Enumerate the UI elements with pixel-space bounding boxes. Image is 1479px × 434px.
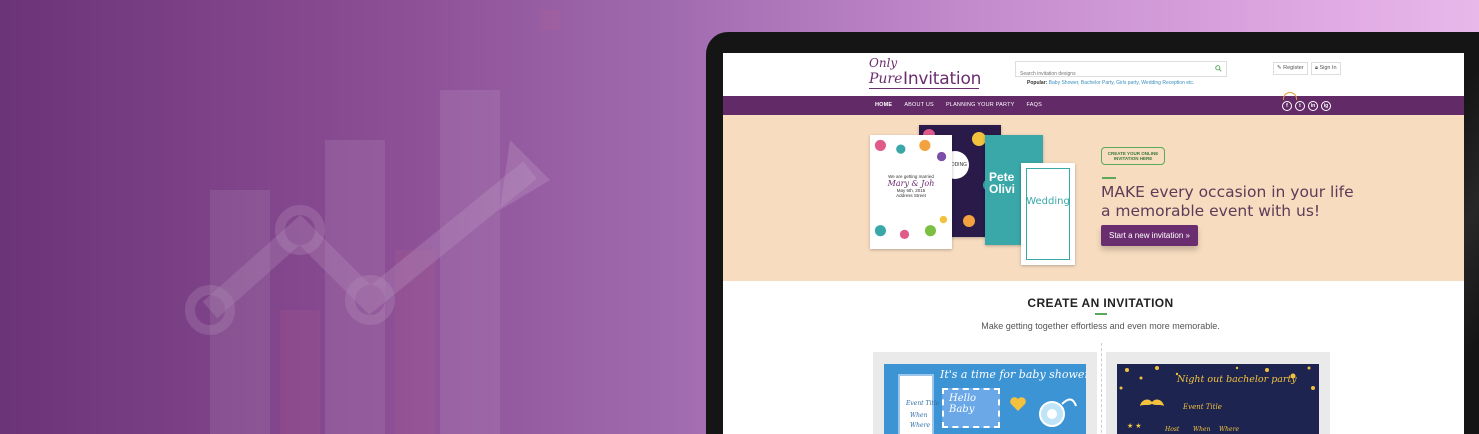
tile-where: Where bbox=[1219, 426, 1240, 433]
bachelor-party-preview-image: Night out bachelor party Event Title Hos… bbox=[1117, 364, 1319, 434]
card-wedding-title: Wedding bbox=[1026, 196, 1070, 207]
mustache-icon bbox=[1140, 399, 1164, 406]
logo-underline bbox=[869, 88, 979, 89]
register-button[interactable]: ✎ Register bbox=[1273, 62, 1308, 75]
card-frame bbox=[1026, 168, 1070, 260]
sign-in-label: Sign In bbox=[1319, 65, 1337, 71]
logo-invitation-text: Invitation bbox=[903, 69, 982, 89]
site-header: Only Pure Invitation Popular: Baby Showe… bbox=[723, 53, 1464, 96]
hello-baby-stamp: Hello Baby bbox=[942, 388, 1000, 428]
tile-when: When bbox=[910, 412, 928, 419]
popular-searches: Popular: Baby Shower, Bachelor Party, Gi… bbox=[1027, 80, 1194, 86]
social-links: f t in ig bbox=[1282, 101, 1331, 111]
accent-dash bbox=[1102, 177, 1116, 179]
popular-links[interactable]: Baby Shower, Bachelor Party, Girls party… bbox=[1049, 80, 1195, 86]
logo-pure-text: Pure bbox=[869, 71, 903, 87]
nav-item-home[interactable]: HOME bbox=[875, 102, 892, 108]
nav-item-about-us[interactable]: ABOUT US bbox=[904, 102, 934, 108]
hero-banner: WEDDING We are getting married Mary & Jo… bbox=[723, 115, 1464, 281]
invitation-tile-baby-shower[interactable]: It's a time for baby shower! Hello Baby … bbox=[873, 352, 1097, 434]
start-new-invitation-button[interactable]: Start a new invitation » bbox=[1101, 225, 1198, 246]
sign-in-button[interactable]: 🔒︎ Sign In bbox=[1311, 62, 1341, 75]
search-box bbox=[1015, 61, 1227, 81]
nav-item-faqs[interactable]: FAQS bbox=[1027, 102, 1042, 108]
linkedin-icon[interactable]: in bbox=[1308, 101, 1318, 111]
card-text-block: We are getting married Mary & Joh May 6t… bbox=[879, 168, 943, 216]
nav-item-planning-your-party[interactable]: PLANNING YOUR PARTY bbox=[946, 102, 1015, 108]
register-label: Register bbox=[1283, 65, 1304, 71]
search-icon[interactable] bbox=[1215, 65, 1222, 72]
main-nav: HOME ABOUT US PLANNING YOUR PARTY FAQS f… bbox=[723, 92, 1464, 115]
popular-label: Popular: bbox=[1027, 80, 1048, 86]
heart-icon bbox=[1010, 397, 1026, 411]
section-subtitle: Make getting together effortless and eve… bbox=[981, 321, 1220, 331]
twitter-icon[interactable]: t bbox=[1295, 101, 1305, 111]
tile-where: Where bbox=[910, 422, 931, 429]
social-decor-arc bbox=[1283, 92, 1297, 100]
section-title: CREATE AN INVITATION bbox=[1027, 296, 1174, 310]
tile-headline: It's a time for baby shower! bbox=[940, 368, 1086, 381]
facebook-icon[interactable]: f bbox=[1282, 101, 1292, 111]
card-address-text: Address Street bbox=[896, 193, 926, 198]
tile-when: When bbox=[1193, 426, 1211, 433]
edit-icon: ✎ bbox=[1277, 65, 1282, 71]
baby-shower-preview-image: It's a time for baby shower! Hello Baby … bbox=[884, 364, 1086, 434]
nav-menu: HOME ABOUT US PLANNING YOUR PARTY FAQS bbox=[875, 102, 1042, 108]
tile-event-title: Event Title bbox=[1183, 403, 1222, 411]
site-logo[interactable]: Only Pure Invitation bbox=[869, 57, 981, 91]
tile-host: Host bbox=[1165, 426, 1180, 433]
laptop-screen: Only Pure Invitation Popular: Baby Showe… bbox=[723, 53, 1464, 434]
invitation-card-floral-light: We are getting married Mary & Joh May 6t… bbox=[870, 135, 952, 249]
star-icons: ★ ★ bbox=[1127, 423, 1142, 430]
card-names-text: Mary & Joh bbox=[887, 179, 935, 188]
instagram-icon[interactable]: ig bbox=[1321, 101, 1331, 111]
tile-event-title: Event Title bbox=[906, 400, 940, 407]
invitation-card-wedding: Wedding bbox=[1021, 163, 1075, 265]
background-growth-chart-graphic bbox=[180, 10, 560, 434]
hero-headline: MAKE every occasion in your life a memor… bbox=[1101, 183, 1354, 220]
lock-icon: 🔒︎ bbox=[1315, 65, 1318, 71]
create-online-invitation-badge: CREATE YOUR ONLINE INVITATION HERE bbox=[1101, 147, 1165, 165]
tiles-divider bbox=[1101, 343, 1102, 434]
logo-only-text: Only bbox=[869, 56, 898, 70]
tile-headline: Night out bachelor party bbox=[1177, 374, 1297, 385]
section-accent-dash bbox=[1095, 313, 1107, 315]
pacifier-icon bbox=[1039, 398, 1077, 427]
growth-chart-illustration bbox=[185, 10, 560, 434]
search-input[interactable] bbox=[1016, 67, 1204, 81]
invitation-tile-bachelor-party[interactable]: Night out bachelor party Event Title Hos… bbox=[1106, 352, 1330, 434]
